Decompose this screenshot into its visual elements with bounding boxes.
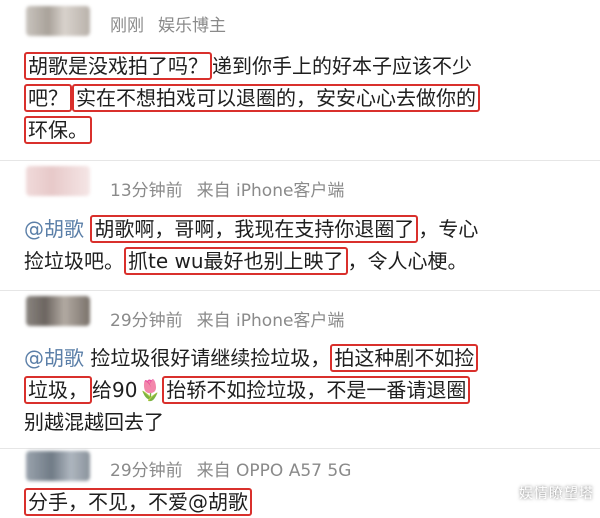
watermark: 娱情瞭望塔 xyxy=(519,486,594,502)
comment-text-segment: 给90 xyxy=(92,378,138,402)
commenter-role: 娱乐博主 xyxy=(158,16,226,36)
comment-line: 别越混越回去了 xyxy=(24,406,584,438)
comment-text-segment: 捡垃圾很好请继续捡垃圾， xyxy=(84,346,331,370)
highlighted-text: 环保。 xyxy=(24,116,92,144)
tulip-emoji: 🌷 xyxy=(137,378,163,402)
comment-time: 29分钟前 xyxy=(110,311,183,331)
highlighted-text: 胡歌啊，哥啊，我现在支持你退圈了 xyxy=(90,215,419,243)
comment-text-segment: ，令人心梗。 xyxy=(347,249,468,273)
comment-1-text: 胡歌是没戏拍了吗？ 递到你手上的好本子应该不少 吧？ 实在不想拍戏可以退圈的，安安心心… xyxy=(24,50,584,146)
avatar[interactable] xyxy=(26,6,90,36)
highlighted-text: 吧？ xyxy=(24,84,72,112)
comment-line: 环保。 xyxy=(24,114,584,146)
highlighted-text: 实在不想拍戏可以退圈的，安安心心去做你的 xyxy=(72,84,480,112)
comment-3-text: @胡歌 捡垃圾很好请继续捡垃圾， 拍这种剧不如捡 垃圾， 给90🌷 抬轿不如捡垃圾，不是… xyxy=(24,342,584,438)
highlighted-text: 垃圾， xyxy=(24,376,92,404)
avatar[interactable] xyxy=(26,166,90,196)
mention-link[interactable]: @胡歌 xyxy=(24,217,84,241)
avatar[interactable] xyxy=(26,451,90,481)
comment-text-segment: 捡垃圾吧。 xyxy=(24,249,124,273)
comment-line: 捡垃圾吧。 抓te wu最好也别上映了 ，令人心梗。 xyxy=(24,245,584,277)
comment-text-segment: ，专心 xyxy=(418,217,479,241)
comment-time: 29分钟前 xyxy=(110,461,183,481)
divider xyxy=(0,290,600,291)
comment-text-segment: 别越混越回去了 xyxy=(24,410,164,434)
comment-4-text: 分手，不见，不爱@胡歌 xyxy=(24,486,584,518)
comment-source: 来自 iPhone客户端 xyxy=(196,311,345,331)
highlighted-text: 抓te wu最好也别上映了 xyxy=(124,247,348,275)
divider xyxy=(0,448,600,449)
comment-time: 13分钟前 xyxy=(110,181,183,201)
comment-line: @胡歌 捡垃圾很好请继续捡垃圾， 拍这种剧不如捡 xyxy=(24,342,584,374)
divider xyxy=(0,160,600,161)
mention-link[interactable]: @胡歌 xyxy=(24,346,84,370)
highlighted-text: 胡歌是没戏拍了吗？ xyxy=(24,52,212,80)
comment-source: 来自 iPhone客户端 xyxy=(196,181,345,201)
comment-line: @胡歌 胡歌啊，哥啊，我现在支持你退圈了 ，专心 xyxy=(24,213,584,245)
highlighted-text: 抬轿不如捡垃圾，不是一番请退圈 xyxy=(162,376,471,404)
highlighted-text: 拍这种剧不如捡 xyxy=(330,344,479,372)
commenter-name[interactable]: 刚刚 xyxy=(110,16,144,36)
comment-text-segment: 递到你手上的好本子应该不少 xyxy=(212,54,472,78)
comment-source: 来自 OPPO A57 5G xyxy=(196,461,352,481)
highlighted-text: 分手，不见，不爱@胡歌 xyxy=(24,488,252,516)
comment-2-meta: 13分钟前 来自 iPhone客户端 xyxy=(110,176,344,201)
comment-line: 分手，不见，不爱@胡歌 xyxy=(24,486,584,518)
comment-3-meta: 29分钟前 来自 iPhone客户端 xyxy=(110,306,344,331)
comment-2-text: @胡歌 胡歌啊，哥啊，我现在支持你退圈了 ，专心 捡垃圾吧。 抓te wu最好也别上映… xyxy=(24,213,584,277)
comment-line: 胡歌是没戏拍了吗？ 递到你手上的好本子应该不少 xyxy=(24,50,584,82)
comment-line: 吧？ 实在不想拍戏可以退圈的，安安心心去做你的 xyxy=(24,82,584,114)
avatar[interactable] xyxy=(26,296,90,326)
comment-1-meta: 刚刚 娱乐博主 xyxy=(110,11,226,36)
comment-line: 垃圾， 给90🌷 抬轿不如捡垃圾，不是一番请退圈 xyxy=(24,374,584,406)
comment-4-meta: 29分钟前 来自 OPPO A57 5G xyxy=(110,456,351,481)
